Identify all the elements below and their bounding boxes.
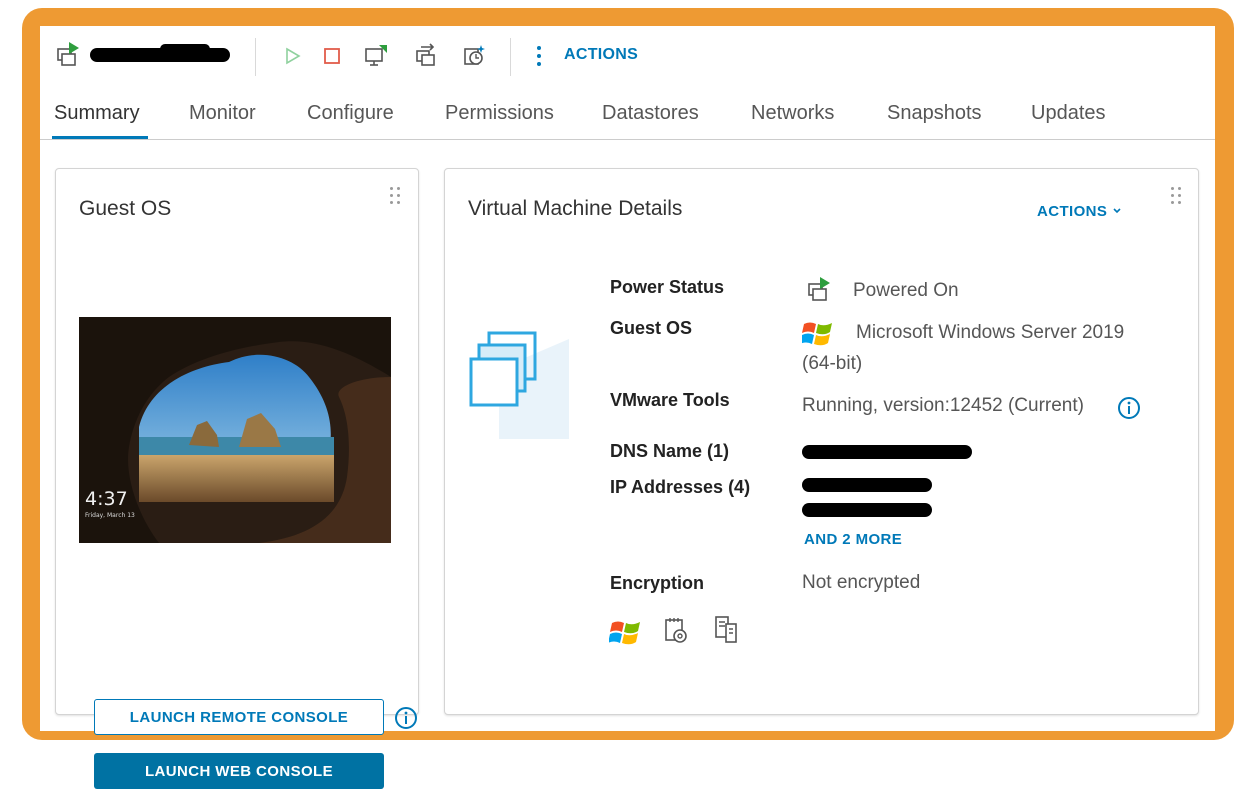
more-vertical-icon[interactable] bbox=[532, 42, 546, 70]
tab-datastores[interactable]: Datastores bbox=[602, 102, 699, 125]
actions-menu-button[interactable]: ACTIONS bbox=[564, 46, 638, 64]
console-clock: 4:37 bbox=[85, 488, 128, 510]
ip-addresses-redacted bbox=[802, 475, 934, 521]
toolbar-divider bbox=[510, 38, 511, 76]
tab-summary[interactable]: Summary bbox=[54, 102, 140, 125]
toolbar: ACTIONS bbox=[40, 26, 1215, 86]
tab-configure[interactable]: Configure bbox=[307, 102, 394, 125]
tab-snapshots[interactable]: Snapshots bbox=[887, 102, 982, 125]
guest-os-label: Guest OS bbox=[610, 318, 693, 338]
power-on-icon[interactable] bbox=[280, 44, 304, 68]
guest-os-value: Microsoft Windows Server 2019 bbox=[856, 322, 1125, 343]
drag-handle-icon[interactable] bbox=[390, 187, 402, 205]
vm-details-card-title: Virtual Machine Details bbox=[468, 197, 683, 220]
guest-os-value-bits: (64-bit) bbox=[802, 353, 863, 374]
power-off-icon[interactable] bbox=[320, 44, 344, 68]
vmware-tools-value: Running, version:12452 (Current) bbox=[802, 395, 1084, 416]
info-icon[interactable] bbox=[393, 705, 419, 731]
vm-powered-on-icon bbox=[54, 40, 82, 70]
ip-addresses-more-link[interactable]: AND 2 MORE bbox=[804, 531, 902, 548]
power-status-label: Power Status bbox=[610, 277, 725, 297]
console-date: Friday, March 13 bbox=[85, 512, 135, 519]
tab-networks[interactable]: Networks bbox=[751, 102, 834, 125]
windows-logo-icon bbox=[608, 615, 644, 649]
encryption-value: Not encrypted bbox=[802, 572, 921, 593]
tab-permissions[interactable]: Permissions bbox=[445, 102, 554, 125]
toolbar-divider bbox=[255, 38, 256, 76]
vm-name-redacted bbox=[90, 44, 232, 68]
drag-handle-icon[interactable] bbox=[1171, 187, 1183, 205]
remote-console-icon bbox=[711, 613, 741, 647]
vm-settings-icon bbox=[661, 615, 691, 647]
tab-updates[interactable]: Updates bbox=[1031, 102, 1106, 125]
dns-name-label: DNS Name (1) bbox=[610, 441, 730, 461]
info-icon[interactable] bbox=[1116, 395, 1142, 421]
launch-remote-console-button[interactable]: LAUNCH REMOTE CONSOLE bbox=[94, 699, 384, 735]
power-status-value: Powered On bbox=[853, 280, 959, 301]
launch-console-icon[interactable] bbox=[362, 42, 390, 70]
chevron-down-icon bbox=[1112, 203, 1122, 220]
migrate-icon[interactable] bbox=[412, 42, 440, 70]
vm-details-actions-label: ACTIONS bbox=[1037, 203, 1108, 220]
dns-name-redacted bbox=[802, 441, 974, 463]
active-tab-indicator bbox=[52, 136, 148, 139]
vmware-tools-label: VMware Tools bbox=[610, 390, 730, 410]
console-thumbnail[interactable]: 4:37 Friday, March 13 bbox=[79, 317, 391, 543]
guest-os-card-title: Guest OS bbox=[79, 197, 172, 220]
ip-addresses-label: IP Addresses (4) bbox=[610, 477, 751, 497]
tab-monitor[interactable]: Monitor bbox=[189, 102, 256, 125]
launch-web-console-button[interactable]: LAUNCH WEB CONSOLE bbox=[94, 753, 384, 789]
encryption-label: Encryption bbox=[610, 573, 705, 593]
vm-details-card: Virtual Machine Details ACTIONS Power St… bbox=[444, 168, 1199, 715]
tab-bar: Summary Monitor Configure Permissions Da… bbox=[40, 96, 1215, 140]
windows-logo-icon bbox=[801, 317, 835, 349]
vm-details-actions-button[interactable]: ACTIONS bbox=[1037, 203, 1122, 220]
snapshot-icon[interactable] bbox=[460, 42, 488, 70]
vm-powered-on-icon bbox=[805, 275, 833, 305]
vm-summary-panel: ACTIONS Summary Monitor Configure Permis… bbox=[40, 26, 1215, 789]
virtual-machine-icon bbox=[469, 329, 569, 439]
guest-os-card: Guest OS 4:37 Friday, March 13 LAUNCH RE… bbox=[55, 168, 419, 789]
